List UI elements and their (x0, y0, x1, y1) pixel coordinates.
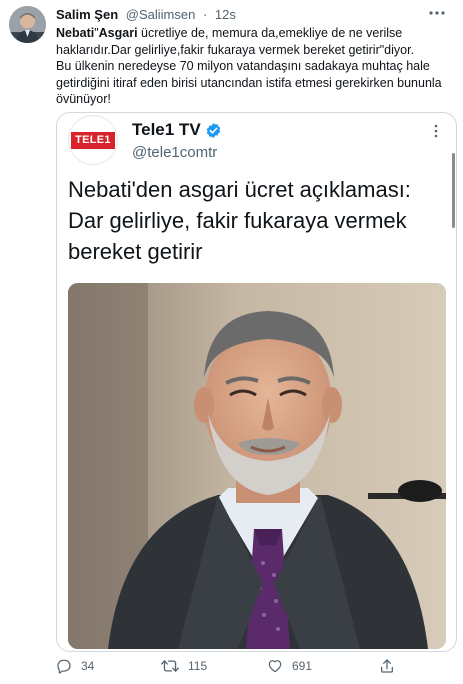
like-count: 691 (292, 659, 313, 673)
reply-button[interactable]: 34 (56, 655, 94, 677)
more-dots-icon[interactable] (427, 3, 447, 23)
share-icon (379, 658, 395, 674)
quoted-photo[interactable] (68, 283, 446, 649)
quoted-tweet-content: TELE1 Tele1 TV @tele1comtr Nebati'den as… (57, 113, 456, 651)
quoted-name-row: Tele1 TV (132, 119, 222, 141)
portrait-photo (68, 283, 446, 649)
reply-icon (56, 658, 72, 674)
tweet-bold-word: Asgari (98, 26, 138, 40)
retweet-count: 115 (188, 659, 208, 673)
retweet-icon (161, 658, 179, 674)
retweet-button[interactable]: 115 (161, 655, 207, 677)
reply-count: 34 (81, 659, 95, 673)
tweet[interactable]: Salim Şen @Saliimsen · 12s Nebati"Asgari… (0, 0, 463, 684)
avatar-photo (9, 6, 46, 43)
timestamp[interactable]: 12s (215, 7, 236, 22)
quoted-more-icon[interactable] (428, 123, 444, 139)
tele1-logo-text: TELE1 (71, 131, 115, 149)
display-name[interactable]: Salim Şen (56, 7, 118, 22)
like-button[interactable]: 691 (267, 655, 312, 677)
tweet-text: Nebati"Asgari ücretliye de, memura da,em… (56, 25, 451, 108)
separator-dot: · (202, 7, 208, 22)
quoted-display-name[interactable]: Tele1 TV (132, 120, 201, 140)
tweet-actions: 34 115 691 (56, 655, 401, 677)
verified-badge-icon (205, 122, 222, 139)
quoted-handle[interactable]: @tele1comtr (132, 144, 217, 161)
tweet-paragraph-2: Bu ülkenin neredeyse 70 milyon vatandaşı… (56, 59, 442, 106)
tweet-header: Salim Şen @Saliimsen · 12s (56, 6, 236, 24)
quoted-tweet-card[interactable]: TELE1 Tele1 TV @tele1comtr Nebati'den as… (56, 112, 457, 652)
quoted-headline: Nebati'den asgari ücret açıklaması: Dar … (68, 177, 411, 264)
scrollbar[interactable] (452, 153, 455, 228)
avatar[interactable] (9, 6, 46, 43)
tweet-bold-name: Nebati (56, 26, 95, 40)
tele1-logo-avatar[interactable]: TELE1 (68, 115, 118, 165)
tweet-paragraph-1: Nebati"Asgari ücretliye de, memura da,em… (56, 25, 451, 58)
share-button[interactable] (379, 655, 395, 677)
user-handle[interactable]: @Saliimsen (126, 7, 196, 22)
heart-icon (267, 658, 283, 674)
